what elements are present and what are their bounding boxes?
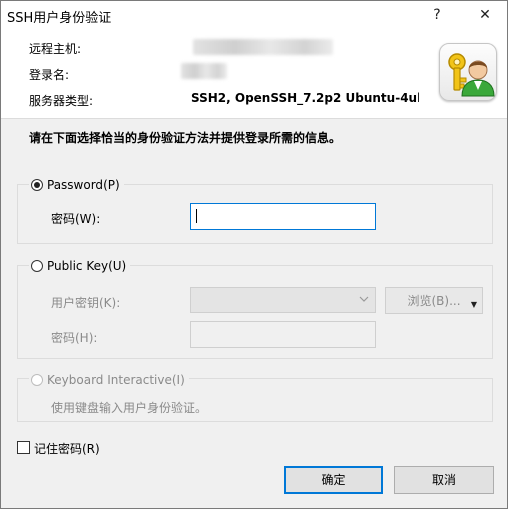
keyboard-interactive-label: Keyboard Interactive (47, 373, 172, 387)
keyboard-interactive-accel: (I) (171, 373, 185, 387)
user-key-dropdown[interactable] (190, 287, 376, 313)
user-key-label: 用户密钥(K): (51, 296, 121, 310)
passphrase-label: 密码(H): (51, 331, 98, 345)
password-radio-accel: (P) (103, 178, 120, 192)
password-radio-label: Password (47, 178, 104, 192)
title-bar: SSH用户身份验证 ? ✕ (1, 1, 507, 31)
passphrase-input[interactable] (190, 321, 376, 348)
public-key-radio-accel: (U) (108, 259, 127, 273)
instruction-text: 请在下面选择恰当的身份验证方法并提供登录所需的信息。 (29, 131, 342, 145)
remote-host-value-redacted (193, 39, 333, 55)
window-title: SSH用户身份验证 (7, 11, 112, 26)
connection-info-panel: 远程主机: 登录名: 服务器类型: SSH2, OpenSSH_7.2p2 Ub… (1, 31, 507, 119)
radio-disabled-icon (31, 374, 43, 386)
cancel-button[interactable]: 取消 (394, 466, 494, 494)
radio-checked-icon (31, 179, 43, 191)
browse-button[interactable]: 浏览(B)... ▼ (385, 287, 483, 314)
public-key-radio[interactable]: Public Key (U) (29, 257, 131, 275)
dropdown-arrow-icon: ▼ (470, 300, 477, 309)
help-icon: ? (433, 7, 441, 23)
chevron-down-icon (359, 296, 369, 302)
browse-button-label: 浏览(B)... (407, 294, 461, 308)
ssh-auth-dialog: SSH用户身份验证 ? ✕ 远程主机: 登录名: 服务器类型: SSH2, Op… (0, 0, 508, 509)
close-button[interactable]: ✕ (463, 1, 507, 31)
help-button[interactable]: ? (415, 1, 459, 31)
close-icon: ✕ (479, 7, 491, 23)
user-key-icon (439, 43, 497, 101)
remote-host-label: 远程主机: (29, 42, 82, 56)
password-radio[interactable]: Password (P) (29, 176, 124, 194)
password-input[interactable] (190, 203, 376, 230)
ok-button[interactable]: 确定 (284, 466, 383, 494)
remember-password-label[interactable]: 记住密码(R) (34, 440, 100, 457)
cancel-button-label: 取消 (431, 473, 456, 487)
ok-button-label: 确定 (321, 473, 346, 487)
public-key-radio-label: Public Key (47, 259, 109, 273)
keyboard-interactive-radio[interactable]: Keyboard Interactive (I) (29, 371, 189, 389)
login-name-value-redacted (181, 63, 227, 79)
radio-unchecked-icon (31, 260, 43, 272)
server-type-value: SSH2, OpenSSH_7.2p2 Ubuntu-4ubunt (191, 91, 419, 105)
server-type-label: 服务器类型: (29, 94, 94, 108)
text-caret (196, 209, 197, 223)
login-name-label: 登录名: (29, 68, 70, 82)
keyboard-interactive-description: 使用键盘输入用户身份验证。 (51, 401, 208, 415)
remember-password-checkbox[interactable] (17, 441, 30, 454)
password-field-label: 密码(W): (51, 212, 101, 226)
